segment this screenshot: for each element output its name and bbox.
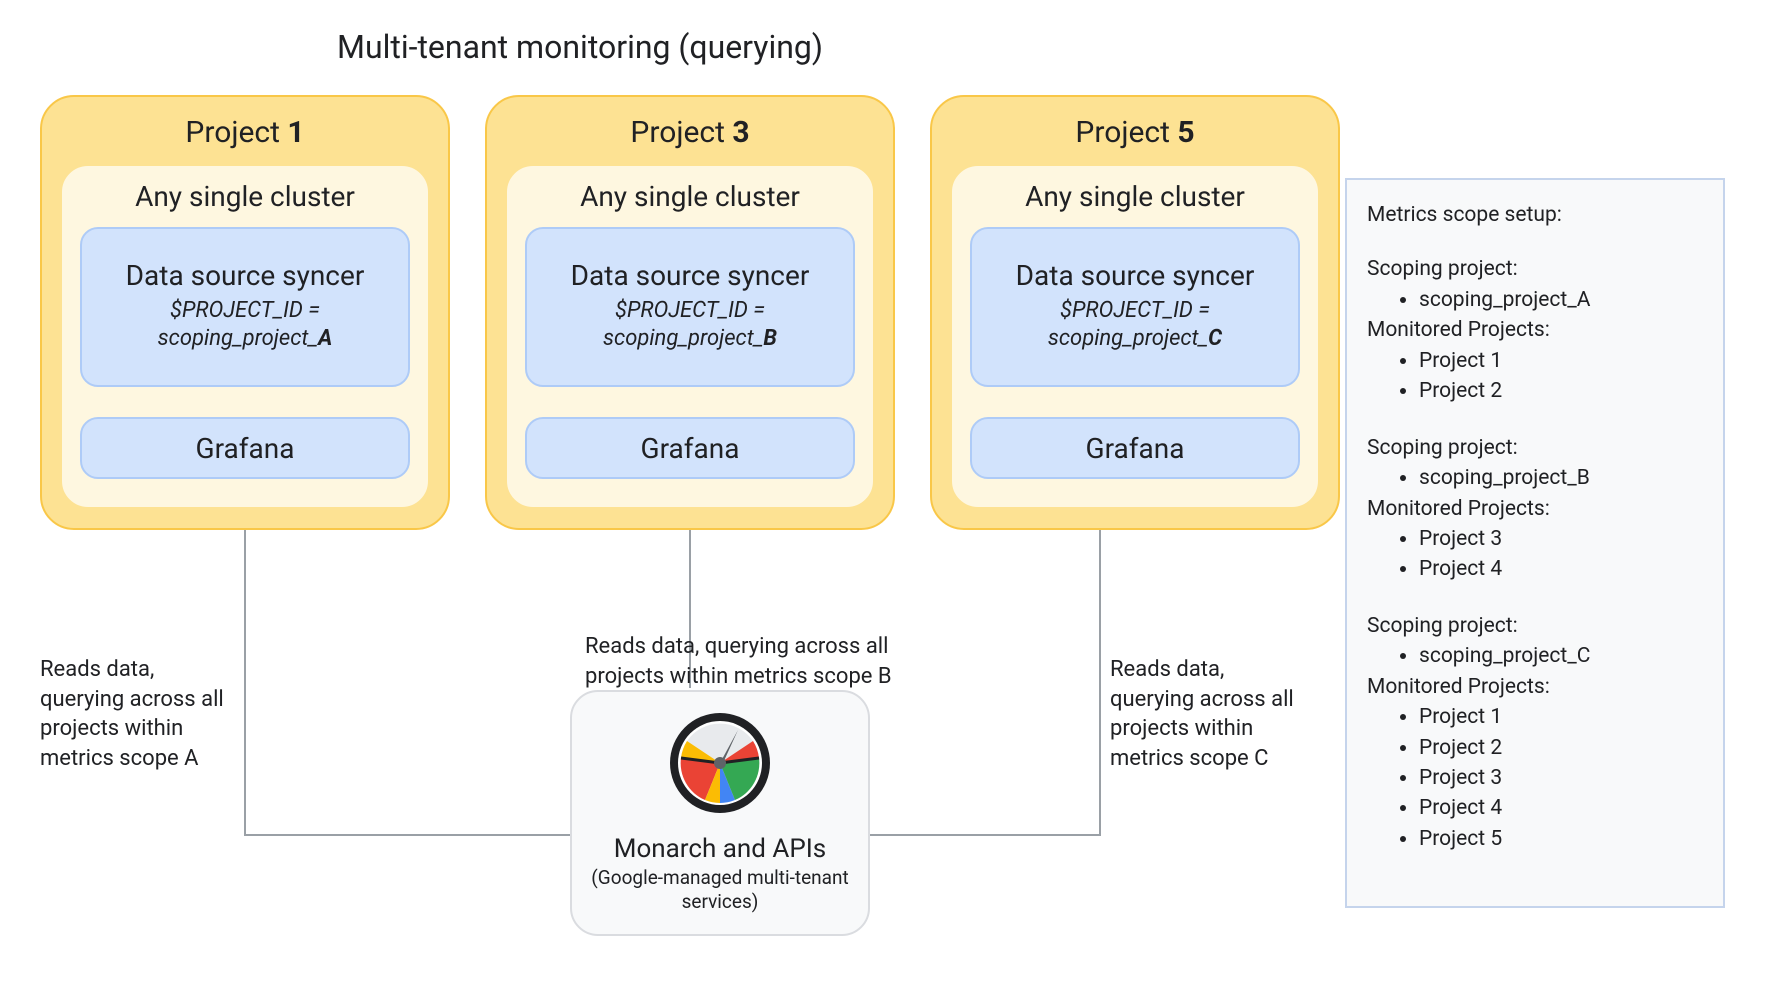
monitored-projects-label: Monitored Projects: xyxy=(1367,494,1703,524)
syncer-project-id: $PROJECT_ID = scoping_project_C xyxy=(982,297,1288,354)
scope-group-a: Scoping project: scoping_project_A Monit… xyxy=(1367,254,1703,406)
scoping-project-label: Scoping project: xyxy=(1367,254,1703,284)
list-item: scoping_project_C xyxy=(1419,641,1703,671)
cluster-box: Any single cluster Data source syncer $P… xyxy=(505,164,875,509)
metrics-scope-sidebar: Metrics scope setup: Scoping project: sc… xyxy=(1345,178,1725,908)
list-item: Project 4 xyxy=(1419,554,1703,584)
gauge-icon xyxy=(665,708,775,818)
grafana-label: Grafana xyxy=(982,432,1288,465)
monitored-projects-label: Monitored Projects: xyxy=(1367,315,1703,345)
monarch-subtitle: (Google-managed multi-tenant services) xyxy=(582,866,858,914)
grafana-label: Grafana xyxy=(537,432,843,465)
data-source-syncer-box: Data source syncer $PROJECT_ID = scoping… xyxy=(525,227,855,387)
caption-scope-b: Reads data, querying across all projects… xyxy=(585,632,955,691)
list-item: Project 1 xyxy=(1419,346,1703,376)
scope-group-c: Scoping project: scoping_project_C Monit… xyxy=(1367,611,1703,855)
list-item: Project 2 xyxy=(1419,733,1703,763)
project-title: Project 5 xyxy=(932,115,1338,150)
project-title-prefix: Project xyxy=(1075,115,1177,150)
caption-scope-a: Reads data, querying across all projects… xyxy=(40,655,240,774)
scoping-project-label: Scoping project: xyxy=(1367,611,1703,641)
project-title-prefix: Project xyxy=(185,115,287,150)
scoping-project-list: scoping_project_C xyxy=(1367,641,1703,671)
syncer-project-id: $PROJECT_ID = scoping_project_A xyxy=(92,297,398,354)
syncer-project-id: $PROJECT_ID = scoping_project_B xyxy=(537,297,843,354)
project-title: Project 3 xyxy=(487,115,893,150)
page-title: Multi-tenant monitoring (querying) xyxy=(0,28,1160,66)
cluster-box: Any single cluster Data source syncer $P… xyxy=(950,164,1320,509)
list-item: Project 5 xyxy=(1419,824,1703,854)
grafana-box: Grafana xyxy=(80,417,410,479)
list-item: Project 3 xyxy=(1419,524,1703,554)
data-source-syncer-box: Data source syncer $PROJECT_ID = scoping… xyxy=(80,227,410,387)
list-item: Project 2 xyxy=(1419,376,1703,406)
grafana-label: Grafana xyxy=(92,432,398,465)
monitored-projects-list: Project 1 Project 2 xyxy=(1367,346,1703,407)
scoping-project-list: scoping_project_B xyxy=(1367,463,1703,493)
list-item: Project 3 xyxy=(1419,763,1703,793)
list-item: Project 1 xyxy=(1419,702,1703,732)
scoping-project-list: scoping_project_A xyxy=(1367,285,1703,315)
syncer-title: Data source syncer xyxy=(982,260,1288,292)
cluster-label: Any single cluster xyxy=(62,180,428,213)
grafana-box: Grafana xyxy=(970,417,1300,479)
monitored-projects-list: Project 1 Project 2 Project 3 Project 4 … xyxy=(1367,702,1703,854)
cluster-label: Any single cluster xyxy=(952,180,1318,213)
monarch-title: Monarch and APIs xyxy=(582,834,858,864)
list-item: scoping_project_A xyxy=(1419,285,1703,315)
project-title-number: 1 xyxy=(287,115,304,150)
grafana-box: Grafana xyxy=(525,417,855,479)
caption-scope-c: Reads data, querying across all projects… xyxy=(1110,655,1310,774)
syncer-title: Data source syncer xyxy=(537,260,843,292)
monarch-apis-box: Monarch and APIs (Google-managed multi-t… xyxy=(570,690,870,936)
project-card-5: Project 5 Any single cluster Data source… xyxy=(930,95,1340,530)
scoping-project-label: Scoping project: xyxy=(1367,433,1703,463)
monitored-projects-list: Project 3 Project 4 xyxy=(1367,524,1703,585)
data-source-syncer-box: Data source syncer $PROJECT_ID = scoping… xyxy=(970,227,1300,387)
monitored-projects-label: Monitored Projects: xyxy=(1367,672,1703,702)
sidebar-heading: Metrics scope setup: xyxy=(1367,200,1703,230)
scope-group-b: Scoping project: scoping_project_B Monit… xyxy=(1367,433,1703,585)
list-item: Project 4 xyxy=(1419,793,1703,823)
project-title: Project 1 xyxy=(42,115,448,150)
list-item: scoping_project_B xyxy=(1419,463,1703,493)
cluster-box: Any single cluster Data source syncer $P… xyxy=(60,164,430,509)
project-title-prefix: Project xyxy=(630,115,732,150)
project-title-number: 5 xyxy=(1177,115,1194,150)
syncer-title: Data source syncer xyxy=(92,260,398,292)
project-title-number: 3 xyxy=(732,115,749,150)
project-card-1: Project 1 Any single cluster Data source… xyxy=(40,95,450,530)
cluster-label: Any single cluster xyxy=(507,180,873,213)
project-card-3: Project 3 Any single cluster Data source… xyxy=(485,95,895,530)
